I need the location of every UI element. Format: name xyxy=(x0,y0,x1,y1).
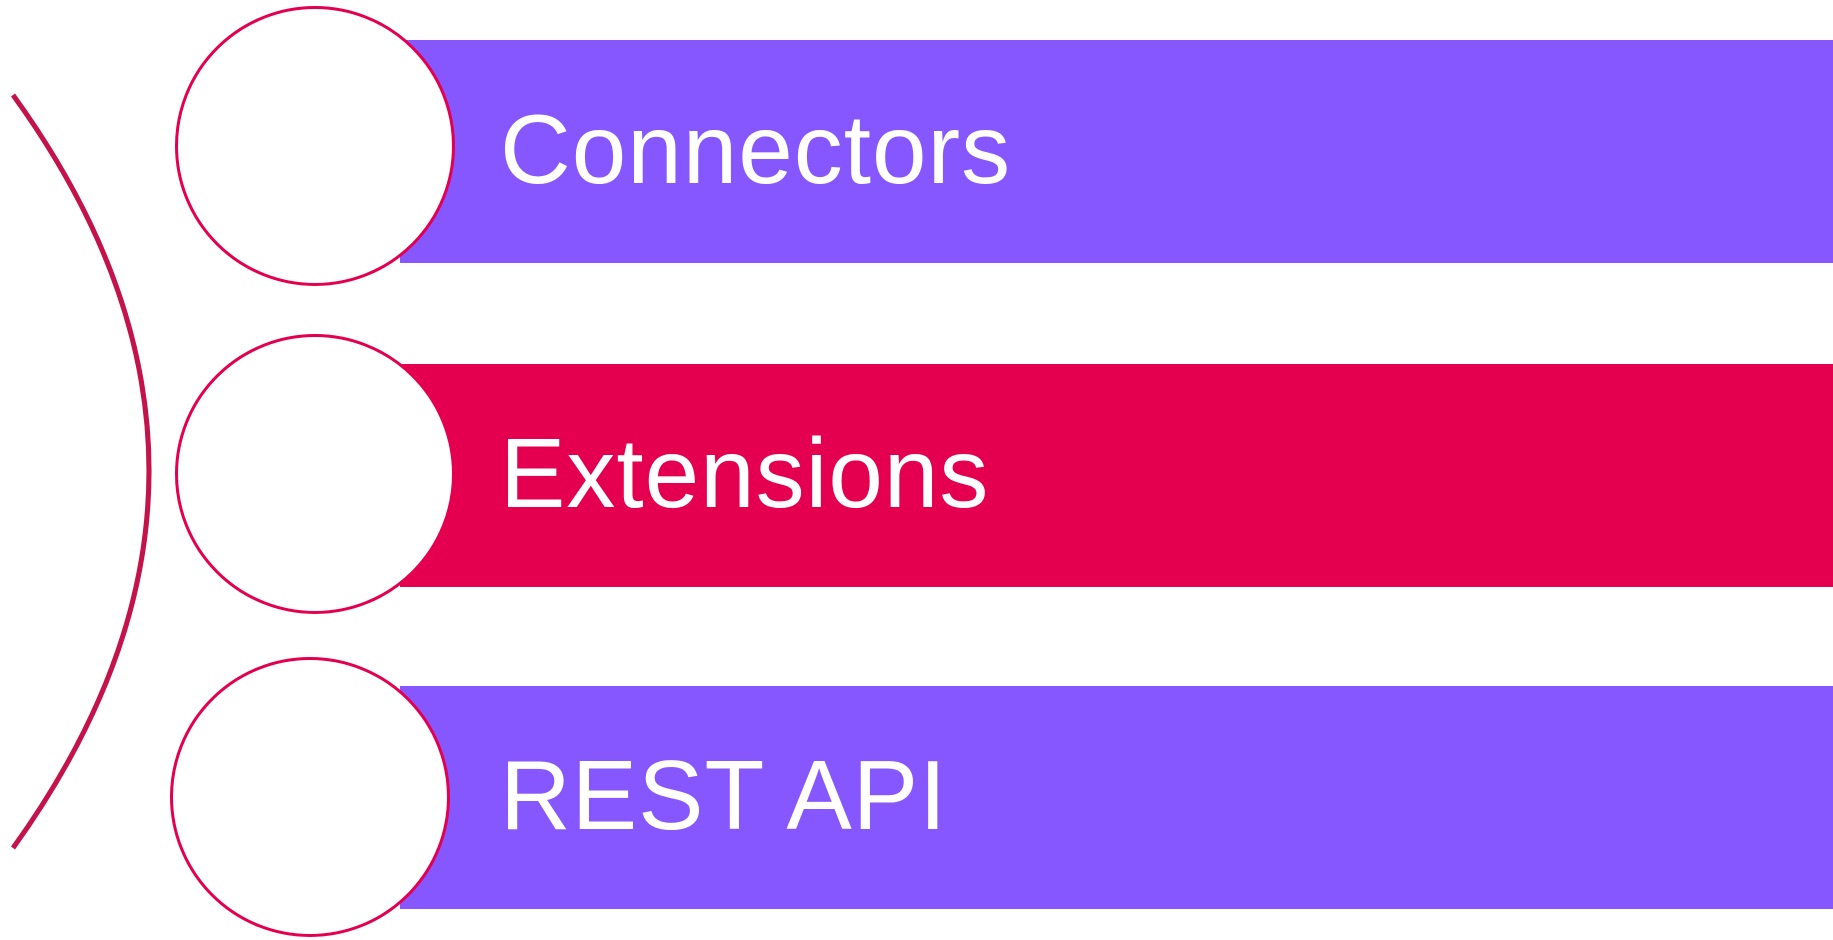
label-connectors: Connectors xyxy=(500,94,1012,204)
diagram-canvas: Connectors Extensions REST API xyxy=(0,0,1833,940)
circle-extensions xyxy=(175,334,455,614)
circle-rest-api xyxy=(170,657,450,937)
label-rest-api: REST API xyxy=(500,740,948,850)
label-extensions: Extensions xyxy=(500,418,990,528)
circle-connectors xyxy=(175,6,455,286)
left-bracket-arc xyxy=(10,93,152,850)
